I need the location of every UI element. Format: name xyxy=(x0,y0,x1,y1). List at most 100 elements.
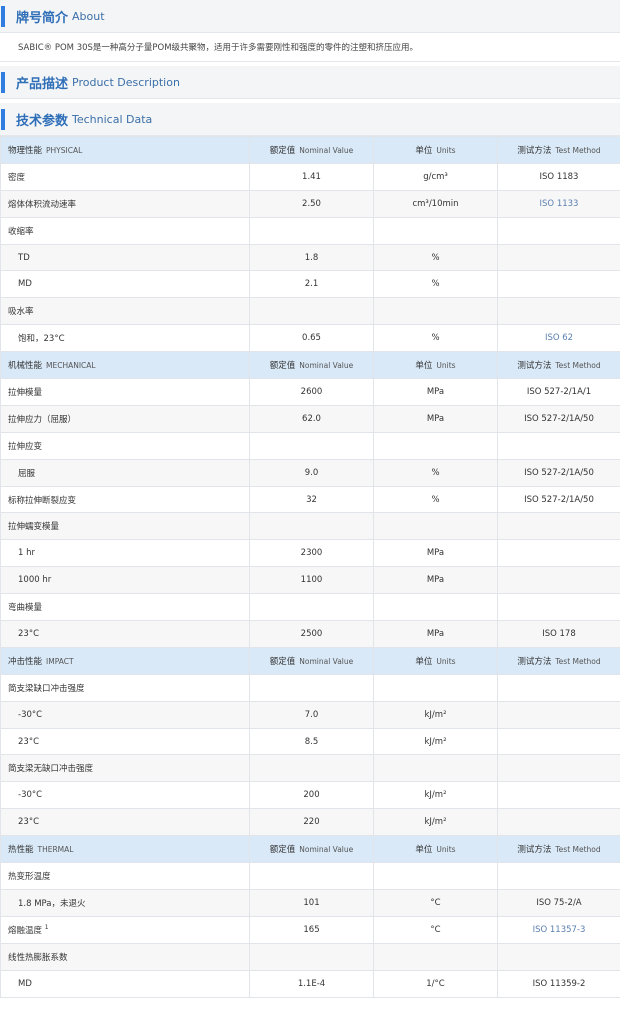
unit-value xyxy=(373,593,498,622)
nominal-value: 101 xyxy=(249,888,374,917)
nominal-col-header: 额定值 Nominal Value xyxy=(249,646,374,675)
unit-value: °C xyxy=(373,888,498,917)
property-label: TD xyxy=(0,243,250,272)
accent-bar xyxy=(1,72,5,93)
unit-value xyxy=(373,512,498,541)
test-method: ISO 178 xyxy=(497,620,620,648)
unit-value: MPa xyxy=(373,566,498,595)
method-col-header: 测试方法 Test Method xyxy=(497,646,620,675)
property-label: MD xyxy=(0,969,250,998)
table-row: 屈服 9.0% ISO 527-2/1A/50 xyxy=(0,458,620,487)
product-section-header: 产品描述 Product Description xyxy=(0,66,620,99)
table-row: 23°C 2500 MPa ISO 178 xyxy=(0,620,620,648)
property-label: 23°C xyxy=(0,727,250,756)
accent-bar xyxy=(1,109,5,130)
property-label: 饱和，23°C xyxy=(0,324,250,353)
test-method[interactable]: ISO 1133 xyxy=(497,189,620,218)
nominal-value: 2600 xyxy=(249,378,374,406)
test-method[interactable]: ISO 11357-3 xyxy=(497,915,620,944)
test-method[interactable]: ISO 62 xyxy=(497,324,620,353)
unit-value: MPa xyxy=(373,539,498,568)
test-method xyxy=(497,942,620,971)
unit-value: MPa xyxy=(373,620,498,648)
test-method xyxy=(497,593,620,622)
about-text: SABIC® POM 30S是一种高分子量POM级共聚物，适用于许多需要刚性和强… xyxy=(0,33,620,62)
property-label: 标称拉伸断裂应变 xyxy=(0,485,250,514)
table-row: 1.8 MPa，未退火 101 °C ISO 75-2/A xyxy=(0,888,620,917)
nominal-value xyxy=(249,862,374,890)
table-row: 1000 hr 1100 MPa xyxy=(0,566,620,595)
test-method xyxy=(497,781,620,810)
test-method xyxy=(497,512,620,541)
table-row: 标称拉伸断裂应变 32% ISO 527-2/1A/50 xyxy=(0,485,620,514)
property-label: 热变形温度 xyxy=(0,862,250,890)
section-label: 机械性能 MECHANICAL xyxy=(0,351,250,380)
nominal-value: 9.0 xyxy=(249,458,374,487)
property-label: 拉伸应力（屈服） xyxy=(0,404,250,433)
nominal-value: 1.8 xyxy=(249,243,374,272)
property-label: 23°C xyxy=(0,808,250,837)
property-label: 拉伸蠕变模量 xyxy=(0,512,250,541)
units-col-header: 单位 Units xyxy=(373,835,498,864)
test-method: ISO 1183 xyxy=(497,162,620,191)
unit-value xyxy=(373,754,498,783)
test-method: ISO 527-2/1A/50 xyxy=(497,485,620,514)
test-method: ISO 11359-2 xyxy=(497,969,620,998)
nominal-value: 1100 xyxy=(249,566,374,595)
table-row: 熔融温度 1 165 °C ISO 11357-3 xyxy=(0,915,620,944)
table-row: 23°C 220 kJ/m² xyxy=(0,808,620,837)
unit-value: MPa xyxy=(373,378,498,406)
unit-value: % xyxy=(373,485,498,514)
about-title-en: About xyxy=(72,9,105,23)
unit-value: cm³/10min xyxy=(373,189,498,218)
table-row: 熔体体积流动速率 2.50 cm³/10min ISO 1133 xyxy=(0,189,620,218)
nominal-value: 8.5 xyxy=(249,727,374,756)
unit-value: % xyxy=(373,243,498,272)
property-label: 23°C xyxy=(0,620,250,648)
nominal-value: 32 xyxy=(249,485,374,514)
unit-value: g/cm³ xyxy=(373,162,498,191)
nominal-value: 2.50 xyxy=(249,189,374,218)
nominal-value: 1.1E-4 xyxy=(249,969,374,998)
about-title-zh: 牌号简介 xyxy=(16,10,69,26)
unit-value: kJ/m² xyxy=(373,808,498,837)
unit-value xyxy=(373,431,498,460)
test-method: ISO 527-2/1A/50 xyxy=(497,458,620,487)
nominal-value xyxy=(249,297,374,326)
nominal-value: 62.0 xyxy=(249,404,374,433)
section-label: 物理性能 PHYSICAL xyxy=(0,136,250,164)
section-label: 冲击性能 IMPACT xyxy=(0,646,250,675)
property-label: 简支梁缺口冲击强度 xyxy=(0,673,250,702)
table-section-header: 物理性能 PHYSICAL 额定值 Nominal Value 单位 Units 测试方法 T… xyxy=(0,136,620,164)
unit-value: % xyxy=(373,270,498,299)
test-method xyxy=(497,754,620,783)
unit-value xyxy=(373,942,498,971)
units-col-header: 单位 Units xyxy=(373,646,498,675)
unit-value xyxy=(373,216,498,245)
units-col-header: 单位 Units xyxy=(373,136,498,164)
tech-title-en: Technical Data xyxy=(72,112,153,126)
property-label: 1 hr xyxy=(0,539,250,568)
test-method xyxy=(497,539,620,568)
property-label: -30°C xyxy=(0,781,250,810)
test-method xyxy=(497,566,620,595)
section-label: 热性能 THERMAL xyxy=(0,835,250,864)
method-col-header: 测试方法 Test Method xyxy=(497,351,620,380)
nominal-value: 2300 xyxy=(249,539,374,568)
property-label: 吸水率 xyxy=(0,297,250,326)
nominal-col-header: 额定值 Nominal Value xyxy=(249,136,374,164)
table-row: 收缩率 xyxy=(0,216,620,245)
unit-value: kJ/m² xyxy=(373,781,498,810)
test-method xyxy=(497,243,620,272)
table-row: MD 2.1% xyxy=(0,270,620,299)
test-method xyxy=(497,808,620,837)
table-section-header: 机械性能 MECHANICAL 额定值 Nominal Value 单位 Units 测试方… xyxy=(0,351,620,380)
test-method xyxy=(497,673,620,702)
table-row: 拉伸模量 2600 MPa ISO 527-2/1A/1 xyxy=(0,378,620,406)
table-row: 1 hr 2300 MPa xyxy=(0,539,620,568)
nominal-value xyxy=(249,942,374,971)
property-label: 简支梁无缺口冲击强度 xyxy=(0,754,250,783)
property-label: 收缩率 xyxy=(0,216,250,245)
table-row: 饱和，23°C 0.65% ISO 62 xyxy=(0,324,620,353)
accent-bar xyxy=(1,6,5,27)
